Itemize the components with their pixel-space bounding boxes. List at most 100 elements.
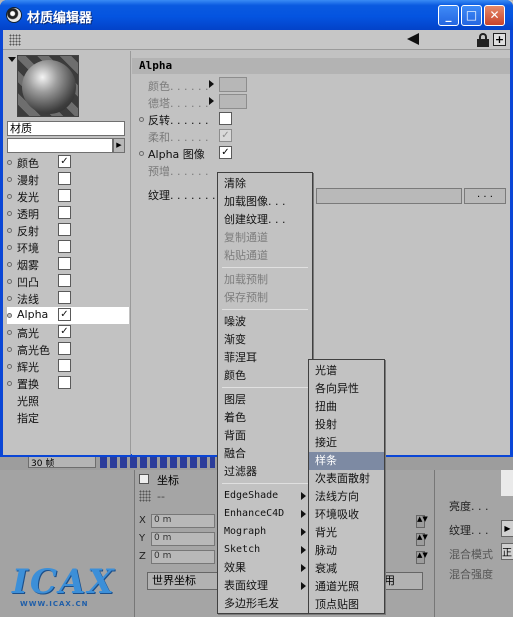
animation-dot[interactable] [7, 313, 12, 318]
menu-item[interactable]: 背光 [309, 524, 384, 542]
maximize-button[interactable]: □ [461, 5, 482, 26]
channel-checkbox[interactable] [58, 172, 71, 185]
material-name-field[interactable]: 材质 [7, 121, 125, 136]
channel-checkbox[interactable]: ✓ [58, 325, 71, 338]
menu-item[interactable]: 清除 [218, 175, 312, 193]
animation-dot[interactable] [139, 151, 144, 156]
channel-row[interactable]: 环境 [7, 239, 129, 256]
menu-item[interactable]: 环境吸收 [309, 506, 384, 524]
lock-icon[interactable] [477, 33, 489, 47]
channel-row[interactable]: 指定 [7, 409, 129, 426]
menu-item[interactable]: 渐变 [218, 331, 312, 349]
channel-row[interactable]: 高光色 [7, 341, 129, 358]
menu-item[interactable]: 各向异性 [309, 380, 384, 398]
menu-item[interactable]: 法线方向 [309, 488, 384, 506]
animation-dot[interactable] [7, 347, 12, 352]
menu-item[interactable]: 融合 [218, 445, 312, 463]
channel-checkbox[interactable] [58, 291, 71, 304]
channel-checkbox[interactable] [58, 206, 71, 219]
dropdown-arrow-icon[interactable]: ▶ [113, 138, 125, 153]
chevron-down-icon[interactable] [8, 57, 16, 62]
back-arrow-icon[interactable] [407, 33, 419, 45]
channel-row[interactable]: 法线 [7, 290, 129, 307]
coord-z-input[interactable]: 0 m [151, 550, 215, 564]
menu-item[interactable]: 衰减 [309, 560, 384, 578]
animation-dot[interactable] [7, 262, 12, 267]
channel-row[interactable]: 反射 [7, 222, 129, 239]
submenu-arrow-icon[interactable] [209, 97, 214, 105]
channel-checkbox[interactable] [58, 189, 71, 202]
channel-row[interactable]: 凹凸 [7, 273, 129, 290]
stepper-icon[interactable]: ▲▼ [416, 515, 428, 528]
menu-item[interactable]: 菲涅耳 [218, 349, 312, 367]
menu-item[interactable]: 次表面散射 [309, 470, 384, 488]
channel-checkbox[interactable] [58, 359, 71, 372]
attr-mix-mode-select[interactable]: 正 [501, 543, 513, 560]
animation-dot[interactable] [7, 330, 12, 335]
stepper-icon[interactable]: ▲▼ [416, 551, 428, 564]
menu-item[interactable]: EdgeShade [218, 487, 312, 505]
menu-item[interactable]: 多边形毛发 [218, 595, 312, 613]
world-coordinates-dropdown[interactable]: 世界坐标 [147, 572, 219, 590]
menu-item[interactable]: Mograph [218, 523, 312, 541]
channel-checkbox[interactable] [58, 376, 71, 389]
animation-dot[interactable] [7, 160, 12, 165]
channel-checkbox[interactable] [58, 274, 71, 287]
channel-row[interactable]: 高光 ✓ [7, 324, 129, 341]
channel-row[interactable]: 颜色 ✓ [7, 154, 129, 171]
coord-y-input[interactable]: 0 m [151, 532, 215, 546]
texture-more-button[interactable]: . . . [464, 188, 506, 204]
menu-item[interactable]: 脉动 [309, 542, 384, 560]
animation-dot[interactable] [7, 245, 12, 250]
animation-dot[interactable] [7, 364, 12, 369]
menu-item[interactable]: 光谱 [309, 362, 384, 380]
soft-checkbox[interactable]: ✓ [219, 129, 232, 142]
close-button[interactable]: ✕ [484, 5, 505, 26]
menu-item[interactable]: 扭曲 [309, 398, 384, 416]
channel-row[interactable]: 辉光 [7, 358, 129, 375]
menu-item[interactable]: 接近 [309, 434, 384, 452]
menu-item[interactable]: 过滤器 [218, 463, 312, 481]
menu-item[interactable]: Sketch [218, 541, 312, 559]
coord-x-input[interactable]: 0 m [151, 514, 215, 528]
animation-dot[interactable] [7, 296, 12, 301]
texture-slot[interactable] [316, 188, 462, 204]
channel-row[interactable]: 透明 [7, 205, 129, 222]
channel-row[interactable]: 漫射 [7, 171, 129, 188]
coordinates-checkbox[interactable] [139, 474, 149, 484]
color-swatch[interactable] [219, 77, 247, 92]
new-window-icon[interactable]: + [493, 33, 506, 46]
menu-item[interactable]: 投射 [309, 416, 384, 434]
menu-item[interactable]: 通道光照 [309, 578, 384, 596]
material-preview[interactable] [17, 55, 79, 117]
menu-item[interactable]: 创建纹理. . . [218, 211, 312, 229]
animation-dot[interactable] [7, 211, 12, 216]
channel-checkbox[interactable] [58, 257, 71, 270]
channel-row[interactable]: 发光 [7, 188, 129, 205]
channel-checkbox[interactable] [58, 223, 71, 236]
channel-checkbox[interactable] [58, 240, 71, 253]
animation-dot[interactable] [7, 194, 12, 199]
animation-dot[interactable] [7, 177, 12, 182]
channel-row[interactable]: 置换 [7, 375, 129, 392]
animation-dot[interactable] [7, 228, 12, 233]
title-bar[interactable]: 材质编辑器 _ □ ✕ [0, 0, 513, 30]
alpha-image-checkbox[interactable]: ✓ [219, 146, 232, 159]
animation-dot[interactable] [7, 279, 12, 284]
minimize-button[interactable]: _ [438, 5, 459, 26]
playback-buttons[interactable] [100, 456, 215, 468]
channel-row[interactable]: 烟雾 [7, 256, 129, 273]
menu-item[interactable]: 样条 [309, 452, 384, 470]
stepper-icon[interactable]: ▲▼ [416, 533, 428, 546]
channel-checkbox[interactable]: ✓ [58, 308, 71, 321]
delta-swatch[interactable] [219, 94, 247, 109]
menu-item[interactable]: EnhanceC4D [218, 505, 312, 523]
menu-item[interactable]: 噪波 [218, 313, 312, 331]
attr-texture-button[interactable]: ▶ [501, 520, 513, 537]
menu-item[interactable]: 效果 [218, 559, 312, 577]
menu-item[interactable]: 颜色 [218, 367, 312, 385]
menu-item[interactable]: 图层 [218, 391, 312, 409]
animation-dot[interactable] [7, 381, 12, 386]
channel-checkbox[interactable]: ✓ [58, 155, 71, 168]
menu-item[interactable]: 表面纹理 [218, 577, 312, 595]
